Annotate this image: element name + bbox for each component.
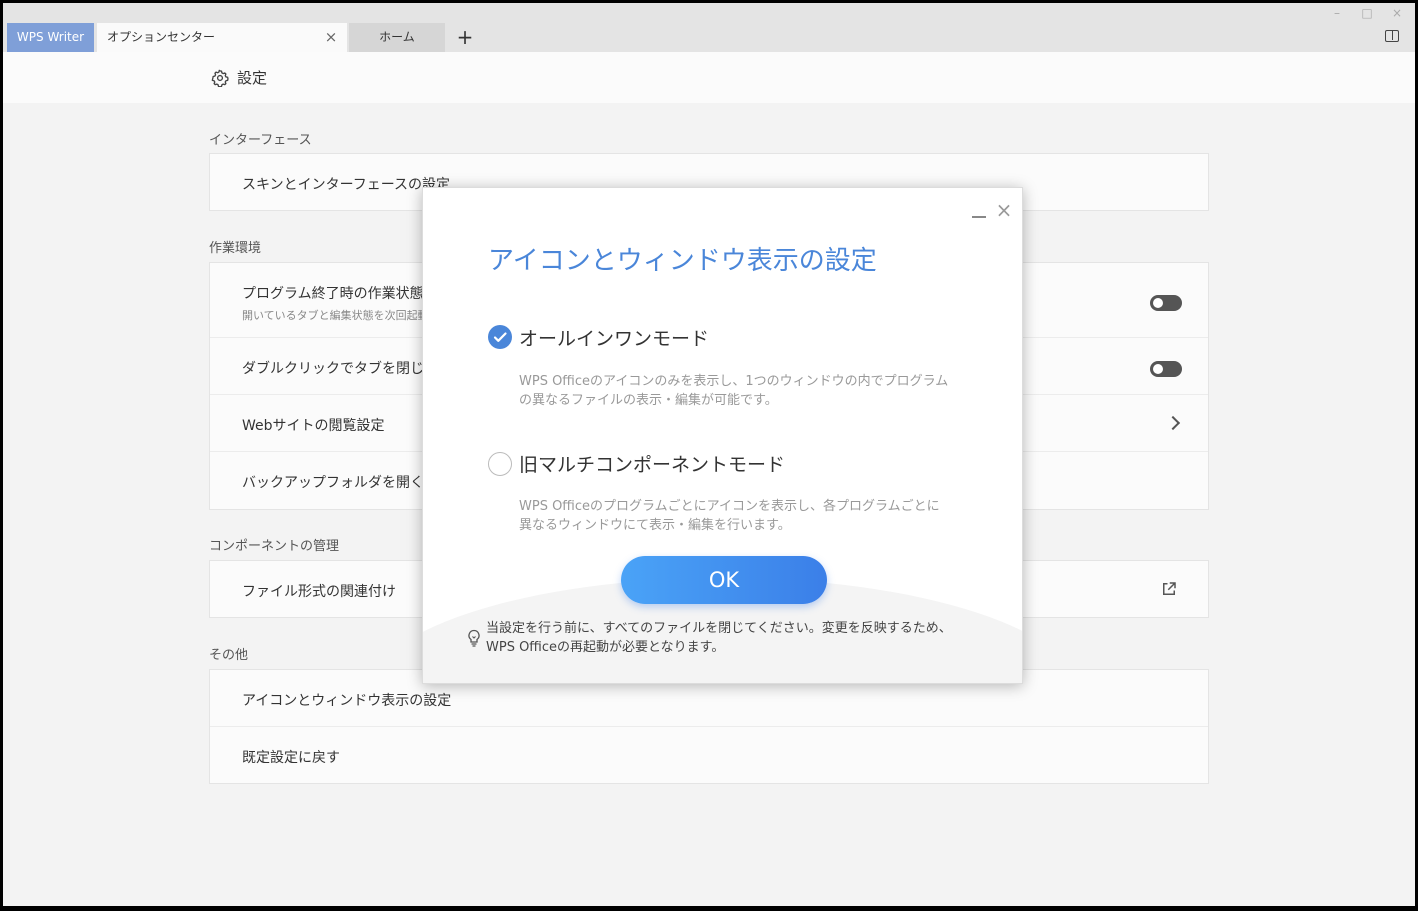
tab-bar: WPS Writer オプションセンター × ホーム + – □ × <box>3 3 1415 52</box>
desc-line: 異なるウィンドウにて表示・編集を行います。 <box>519 518 791 533</box>
side-pane-icon[interactable] <box>1385 30 1399 42</box>
row-label: プログラム終了時の作業状態を <box>242 286 438 302</box>
option-all-in-one-title[interactable]: オールインワンモード <box>519 324 709 351</box>
option-multi-component-radio[interactable] <box>488 452 512 476</box>
option-all-in-one-radio[interactable] <box>488 325 512 349</box>
checkmark-icon <box>493 332 507 342</box>
app-window: WPS Writer オプションセンター × ホーム + – □ × 設定 イン… <box>3 3 1415 906</box>
option-all-in-one-desc: WPS Officeのアイコンのみを表示し、1つのウィンドウの内でプログラム の… <box>519 372 999 410</box>
option-multi-component-title[interactable]: 旧マルチコンポーネントモード <box>519 450 785 477</box>
page-title: 設定 <box>237 69 268 87</box>
chevron-right-icon <box>1165 415 1181 431</box>
dialog-minimize-icon[interactable] <box>972 202 986 218</box>
tab-home[interactable]: ホーム <box>349 23 445 52</box>
add-tab-icon[interactable]: + <box>455 25 475 49</box>
desc-line: の異なるファイルの表示・編集が可能です。 <box>519 393 778 408</box>
tab-options-label: オプションセンター <box>107 30 216 44</box>
dialog-close-icon[interactable]: × <box>995 200 1013 220</box>
lightbulb-icon <box>468 629 480 647</box>
row-label: ファイル形式の関連付け <box>242 584 396 600</box>
tab-options-center[interactable]: オプションセンター × <box>97 23 347 52</box>
settings-header: 設定 <box>3 52 1415 103</box>
row-sublabel: 開いているタブと編集状態を次回起動 <box>242 309 429 322</box>
window-close-icon[interactable]: × <box>1389 5 1405 21</box>
row-label: Webサイトの閲覧設定 <box>242 418 385 434</box>
setting-restore-defaults[interactable]: 既定設定に戻す <box>210 727 1208 783</box>
note-line: 当設定を行う前に、すべてのファイルを閉じてください。変更を反映するため、 <box>486 621 952 636</box>
restore-session-toggle[interactable] <box>1150 295 1182 311</box>
section-other-label: その他 <box>209 648 249 663</box>
row-label: 既定設定に戻す <box>242 750 340 766</box>
minimize-icon[interactable]: – <box>1329 5 1345 21</box>
desc-line: WPS Officeのアイコンのみを表示し、1つのウィンドウの内でプログラム <box>519 374 949 389</box>
row-label: ダブルクリックでタブを閉じる <box>242 361 438 377</box>
ok-button[interactable]: OK <box>621 556 827 604</box>
external-link-icon <box>1163 582 1176 595</box>
row-label: スキンとインターフェースの設定 <box>242 177 451 193</box>
section-components-label: コンポーネントの管理 <box>209 539 340 554</box>
gear-icon <box>211 69 229 87</box>
maximize-icon[interactable]: □ <box>1359 5 1375 21</box>
note-line: WPS Officeの再起動が必要となります。 <box>486 640 725 655</box>
option-multi-component-desc: WPS Officeのプログラムごとにアイコンを表示し、各プログラムごとに 異な… <box>519 497 999 535</box>
section-work-label: 作業環境 <box>209 241 262 256</box>
tab-wps-writer[interactable]: WPS Writer <box>7 23 94 52</box>
tab-close-icon[interactable]: × <box>323 23 339 52</box>
restart-note: 当設定を行う前に、すべてのファイルを閉じてください。変更を反映するため、 WPS… <box>486 619 1006 657</box>
dialog-title: アイコンとウィンドウ表示の設定 <box>488 246 877 276</box>
row-label: バックアップフォルダを開く <box>242 475 424 491</box>
double-click-close-toggle[interactable] <box>1150 361 1182 377</box>
row-label: アイコンとウィンドウ表示の設定 <box>242 693 452 709</box>
other-card: アイコンとウィンドウ表示の設定 既定設定に戻す <box>209 669 1209 784</box>
display-mode-dialog: × アイコンとウィンドウ表示の設定 オールインワンモード WPS Officeの… <box>422 187 1023 684</box>
section-interface-label: インターフェース <box>209 133 312 148</box>
desc-line: WPS Officeのプログラムごとにアイコンを表示し、各プログラムごとに <box>519 499 940 514</box>
